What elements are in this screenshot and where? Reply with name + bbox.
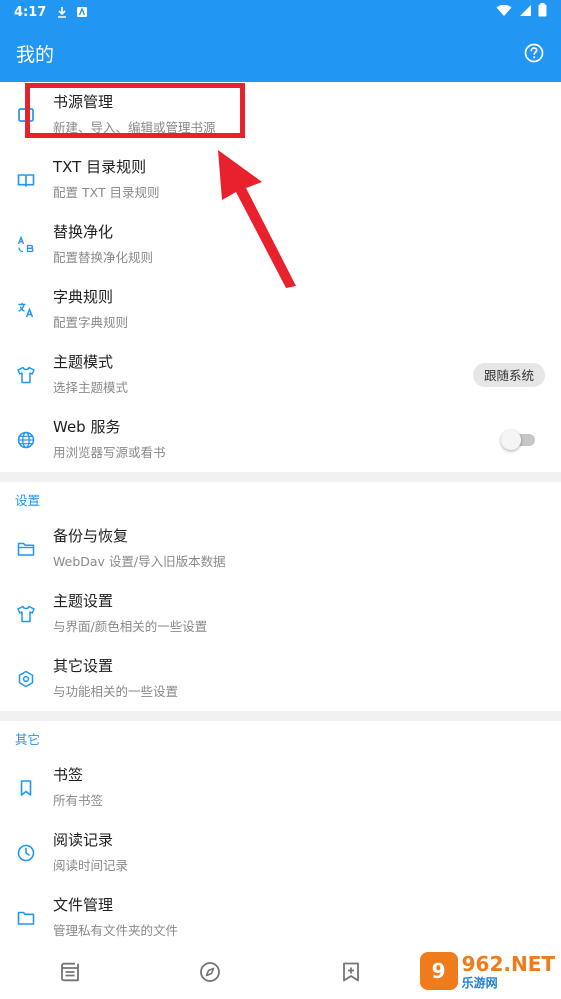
folder-open-icon: [16, 539, 36, 559]
item-title: 其它设置: [53, 657, 114, 675]
other-section-header: 其它: [15, 731, 41, 747]
bookmark-add-icon: [339, 960, 363, 988]
watermark-brand: 962.NET: [461, 951, 555, 976]
section-divider: [0, 711, 561, 721]
item-title: 阅读记录: [53, 831, 114, 849]
item-subtitle: 配置替换净化规则: [53, 250, 154, 265]
item-subtitle: 用浏览器写源或看书: [53, 445, 166, 460]
section-divider: [0, 472, 561, 482]
settings-section-header: 设置: [15, 492, 41, 508]
bookshelf-icon: [58, 960, 82, 988]
tshirt-icon: [16, 604, 36, 624]
nav-explore[interactable]: [140, 949, 280, 999]
nav-bookshelf[interactable]: [0, 949, 140, 999]
item-title: 字典规则: [53, 288, 114, 306]
item-subtitle: 选择主题模式: [53, 380, 129, 395]
compass-icon: [198, 960, 222, 988]
annotation-arrow-icon: [218, 150, 296, 288]
toggle-knob: [501, 429, 521, 450]
backup-restore-item[interactable]: 备份与恢复 WebDav 设置/导入旧版本数据: [0, 516, 561, 581]
item-title: 文件管理: [53, 896, 114, 914]
open-book-icon: [16, 170, 36, 190]
item-subtitle: WebDav 设置/导入旧版本数据: [53, 554, 226, 569]
status-bar: 4:17: [0, 0, 561, 24]
file-manager-item[interactable]: 文件管理 管理私有文件夹的文件: [0, 885, 561, 950]
app-notification-icon: [76, 6, 88, 18]
page-title: 我的: [16, 43, 55, 66]
translate-icon: [16, 300, 36, 320]
folder-icon: [16, 908, 36, 928]
theme-mode-item[interactable]: 主题模式 选择主题模式 跟随系统: [0, 342, 561, 407]
web-service-item[interactable]: Web 服务 用浏览器写源或看书: [0, 407, 561, 472]
signal-icon: [518, 4, 532, 21]
item-subtitle: 与界面/颜色相关的一些设置: [53, 619, 208, 634]
item-subtitle: 阅读时间记录: [53, 858, 129, 873]
app-bar: 我的: [0, 24, 561, 82]
item-title: 主题设置: [53, 592, 114, 610]
item-subtitle: 配置 TXT 目录规则: [53, 185, 160, 200]
item-title: 备份与恢复: [53, 527, 129, 545]
help-icon[interactable]: [523, 42, 545, 64]
item-title: 主题模式: [53, 353, 114, 371]
download-icon: [56, 6, 68, 18]
bookmarks-item[interactable]: 书签 所有书签: [0, 755, 561, 820]
item-title: 书签: [53, 766, 84, 784]
item-title: TXT 目录规则: [53, 158, 147, 176]
item-subtitle: 所有书签: [53, 793, 104, 808]
other-settings-item[interactable]: 其它设置 与功能相关的一些设置: [0, 646, 561, 711]
globe-icon: [16, 430, 36, 450]
watermark-subtitle: 乐游网: [461, 975, 498, 990]
item-subtitle: 管理私有文件夹的文件: [53, 923, 179, 938]
site-watermark: 9 962.NET 乐游网: [419, 951, 555, 991]
highlight-box: [25, 83, 245, 138]
wifi-icon: [496, 4, 512, 21]
theme-mode-chip[interactable]: 跟随系统: [472, 362, 545, 387]
hexagon-gear-icon: [16, 669, 36, 689]
find-replace-icon: [16, 235, 36, 255]
reading-history-item[interactable]: 阅读记录 阅读时间记录: [0, 820, 561, 885]
battery-icon: [538, 3, 547, 21]
status-time: 4:17: [14, 4, 47, 20]
item-subtitle: 与功能相关的一些设置: [53, 684, 179, 699]
tshirt-icon: [16, 365, 36, 385]
item-title: 替换净化: [53, 223, 114, 241]
item-subtitle: 配置字典规则: [53, 315, 129, 330]
nav-rss[interactable]: [281, 949, 421, 999]
bookmark-icon: [16, 778, 36, 798]
clock-icon: [16, 843, 36, 863]
item-title: Web 服务: [53, 418, 121, 436]
watermark-logo: 9: [419, 952, 458, 990]
web-service-toggle[interactable]: [501, 429, 535, 450]
theme-settings-item[interactable]: 主题设置 与界面/颜色相关的一些设置: [0, 581, 561, 646]
